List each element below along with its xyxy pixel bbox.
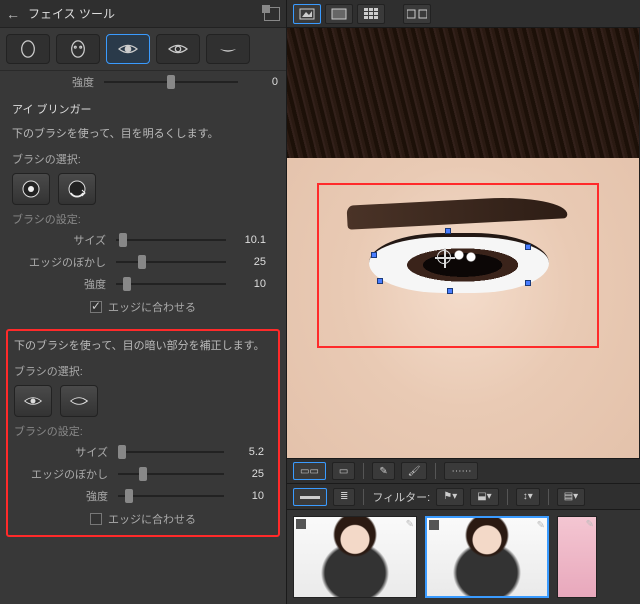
compare-toolbar: ▭▭ ▭ ✎ 🖌 ⋯⋯	[287, 458, 640, 484]
compare-split-icon[interactable]: ▭▭	[293, 462, 326, 480]
control-handle[interactable]	[447, 288, 453, 294]
tab-eye-other[interactable]	[156, 34, 200, 64]
brush-settings-label-2: ブラシの設定:	[14, 423, 272, 439]
back-arrow-icon[interactable]: ←	[6, 6, 20, 22]
filmstrip: ✎ ✎ ✎	[287, 510, 640, 604]
eye-blinger-title: アイ ブリンガー	[12, 101, 274, 117]
dc-edgeblur-slider[interactable]: エッジのぼかし 25	[14, 463, 272, 485]
edit-badge-icon: ✎	[406, 519, 414, 530]
eb-fit-edge-checkbox[interactable]: エッジに合わせる	[12, 295, 274, 319]
control-handle[interactable]	[445, 228, 451, 234]
thumbnail-image	[427, 518, 547, 596]
eye-blinger-desc: 下のブラシを使って、目を明るくします。	[12, 125, 274, 141]
brush-settings-label: ブラシの設定:	[12, 211, 274, 227]
filter-tag-dropdown[interactable]: ⬓▾	[470, 488, 498, 506]
edit-badge-icon: ✎	[537, 520, 545, 531]
center-crosshair-icon[interactable]	[437, 250, 451, 264]
compare-single-icon[interactable]: ▭	[332, 462, 355, 480]
panel-title: フェイス ツール	[28, 5, 256, 22]
dots-icon[interactable]: ⋯⋯	[444, 462, 478, 480]
thumbnail[interactable]: ✎	[425, 516, 549, 598]
dc-brush-erase-button[interactable]	[60, 385, 98, 417]
thumbnail[interactable]: ✎	[557, 516, 597, 598]
brush-icon[interactable]: 🖌	[401, 462, 428, 480]
view-grid-icon[interactable]	[357, 4, 385, 24]
tab-mouth[interactable]	[206, 34, 250, 64]
eb-intensity-slider[interactable]: 強度 10	[12, 273, 274, 295]
dc-fit-edge-checkbox[interactable]: エッジに合わせる	[14, 507, 272, 531]
view-single-icon[interactable]	[293, 4, 321, 24]
dc-brush-apply-button[interactable]	[14, 385, 52, 417]
checkbox-icon[interactable]	[90, 513, 102, 525]
filter-toolbar: ▬▬ ≣ フィルター: ⚑▾ ⬓▾ ↕▾ ▤▾	[287, 484, 640, 510]
divider	[435, 463, 436, 479]
global-intensity-slider[interactable]: 強度 0	[0, 71, 286, 93]
preview-photo	[287, 28, 639, 458]
divider	[548, 489, 549, 505]
eyedropper-icon[interactable]: ✎	[372, 462, 394, 480]
view-mode-toolbar	[287, 0, 640, 28]
face-part-tabs	[0, 28, 286, 71]
brush-select-label-2: ブラシの選択:	[14, 363, 272, 379]
view-compare-icon[interactable]	[403, 4, 431, 24]
divider	[363, 463, 364, 479]
eb-edgeblur-slider[interactable]: エッジのぼかし 25	[12, 251, 274, 273]
brush-select-label: ブラシの選択:	[12, 151, 274, 167]
brush-erase-button[interactable]	[58, 173, 96, 205]
view-fit-icon[interactable]	[325, 4, 353, 24]
dc-intensity-slider[interactable]: 強度 10	[14, 485, 272, 507]
tab-face-shape[interactable]	[6, 34, 50, 64]
divider	[363, 489, 364, 505]
flag-icon[interactable]	[296, 519, 306, 529]
thumbnail-image	[294, 517, 416, 597]
dc-size-slider[interactable]: サイズ 5.2	[14, 441, 272, 463]
panel-titlebar: ← フェイス ツール	[0, 0, 286, 28]
preview-area[interactable]	[287, 28, 640, 458]
face-tools-panel: ← フェイス ツール 強度 0 アイ ブリンガー 下のブラシを使って、目を明るく…	[0, 0, 287, 604]
filter-flag-dropdown[interactable]: ⚑▾	[436, 488, 464, 506]
selection-rectangle[interactable]	[317, 183, 599, 348]
hair-region	[287, 28, 639, 178]
eb-size-slider[interactable]: サイズ 10.1	[12, 229, 274, 251]
popout-icon[interactable]	[264, 7, 280, 21]
filmstrip-mode-icon[interactable]: ▬▬	[293, 488, 327, 506]
list-mode-icon[interactable]: ≣	[333, 488, 355, 506]
control-handle[interactable]	[525, 280, 531, 286]
stack-dropdown[interactable]: ▤▾	[557, 488, 585, 506]
checkbox-icon[interactable]	[90, 301, 102, 313]
slider-track[interactable]	[104, 75, 238, 89]
dark-correct-section: 下のブラシを使って、目の暗い部分を補正します。 ブラシの選択: ブラシの設定: …	[6, 329, 280, 537]
control-handle[interactable]	[377, 278, 383, 284]
slider-thumb[interactable]	[167, 75, 175, 89]
eye-blinger-section: アイ ブリンガー 下のブラシを使って、目を明るくします。 ブラシの選択: ブラシ…	[0, 93, 286, 325]
tab-eye-blinger[interactable]	[106, 34, 150, 64]
dark-correct-desc: 下のブラシを使って、目の暗い部分を補正します。	[14, 337, 272, 353]
sort-dropdown[interactable]: ↕▾	[516, 488, 540, 506]
flag-icon[interactable]	[429, 520, 439, 530]
intensity-label: 強度	[0, 74, 98, 90]
filter-label: フィルター:	[372, 489, 430, 505]
thumbnail[interactable]: ✎	[293, 516, 417, 598]
control-handle[interactable]	[371, 252, 377, 258]
right-panel: ▭▭ ▭ ✎ 🖌 ⋯⋯ ▬▬ ≣ フィルター: ⚑▾ ⬓▾ ↕▾ ▤▾ ✎ ✎	[287, 0, 640, 604]
tab-skin[interactable]	[56, 34, 100, 64]
edit-badge-icon: ✎	[586, 519, 594, 530]
intensity-value: 0	[244, 76, 278, 88]
divider	[507, 489, 508, 505]
control-handle[interactable]	[525, 244, 531, 250]
brush-apply-button[interactable]	[12, 173, 50, 205]
